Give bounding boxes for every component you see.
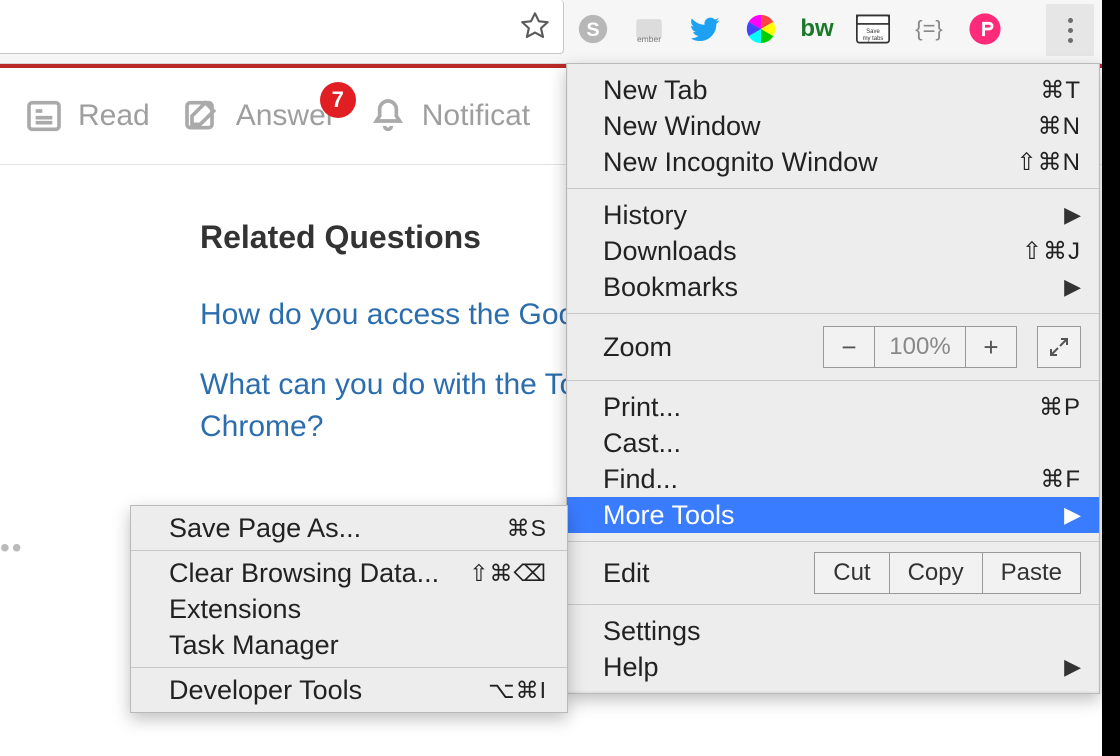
- fullscreen-button[interactable]: [1037, 326, 1081, 368]
- skype-ext-icon[interactable]: S: [576, 12, 610, 46]
- bell-icon: [368, 96, 408, 136]
- menu-find-shortcut: ⌘F: [1040, 465, 1081, 494]
- menu-zoom-label: Zoom: [603, 332, 672, 363]
- svg-text:my tabs: my tabs: [863, 36, 884, 42]
- menu-history[interactable]: History ▶: [567, 197, 1099, 233]
- menu-help-label: Help: [603, 652, 659, 683]
- menu-new-window[interactable]: New Window ⌘N: [567, 108, 1099, 144]
- submenu-arrow-icon: ▶: [1064, 274, 1081, 300]
- submenu-developer-tools[interactable]: Developer Tools ⌥⌘I: [131, 672, 567, 708]
- submenu-arrow-icon: ▶: [1064, 502, 1081, 528]
- twitter-ext-icon[interactable]: [688, 12, 722, 46]
- menu-bookmarks[interactable]: Bookmarks ▶: [567, 269, 1099, 305]
- menu-new-window-label: New Window: [603, 111, 761, 142]
- read-icon: [24, 96, 64, 136]
- menu-downloads-shortcut: ⇧⌘J: [1022, 237, 1081, 266]
- menu-bookmarks-label: Bookmarks: [603, 272, 738, 303]
- submenu-developer-tools-shortcut: ⌥⌘I: [488, 677, 547, 704]
- edit-copy-button[interactable]: Copy: [890, 552, 983, 594]
- menu-downloads[interactable]: Downloads ⇧⌘J: [567, 233, 1099, 269]
- tab-notifications[interactable]: Notificat: [368, 96, 530, 136]
- tab-read[interactable]: Read: [24, 96, 150, 136]
- menu-history-label: History: [603, 200, 687, 231]
- submenu-clear-data[interactable]: Clear Browsing Data... ⇧⌘⌫: [131, 555, 567, 591]
- svg-text:ember: ember: [637, 34, 661, 44]
- menu-downloads-label: Downloads: [603, 236, 737, 267]
- colorwheel-ext-icon[interactable]: [744, 12, 778, 46]
- submenu-arrow-icon: ▶: [1064, 202, 1081, 228]
- svg-text:S: S: [586, 19, 599, 41]
- menu-incognito[interactable]: New Incognito Window ⇧⌘N: [567, 144, 1099, 180]
- edit-buttons: Cut Copy Paste: [814, 552, 1081, 594]
- fullscreen-icon: [1047, 335, 1071, 359]
- submenu-save-page-shortcut: ⌘S: [507, 515, 547, 542]
- tab-read-label: Read: [78, 99, 150, 133]
- pink-ext-icon[interactable]: [968, 12, 1002, 46]
- bookmark-star-icon[interactable]: [519, 10, 551, 42]
- tab-notifications-label: Notificat: [422, 99, 530, 133]
- browser-toolbar: S ember bw Savemy tabs {=}: [0, 0, 1102, 64]
- window-edge: [1102, 0, 1120, 756]
- menu-find-label: Find...: [603, 464, 678, 495]
- submenu-clear-data-shortcut: ⇧⌘⌫: [469, 560, 547, 587]
- bw-ext-icon[interactable]: bw: [800, 12, 834, 46]
- menu-new-window-shortcut: ⌘N: [1038, 112, 1081, 141]
- submenu-save-page[interactable]: Save Page As... ⌘S: [131, 510, 567, 546]
- menu-edit-label: Edit: [603, 558, 650, 589]
- menu-new-tab-label: New Tab: [603, 75, 708, 106]
- zoom-controls: − 100% +: [823, 326, 1017, 368]
- zoom-value: 100%: [875, 326, 965, 368]
- zoom-out-button[interactable]: −: [823, 326, 875, 368]
- menu-help[interactable]: Help ▶: [567, 649, 1099, 685]
- submenu-task-manager[interactable]: Task Manager: [131, 627, 567, 663]
- submenu-clear-data-label: Clear Browsing Data...: [169, 558, 439, 589]
- menu-print[interactable]: Print... ⌘P: [567, 389, 1099, 425]
- svg-text:Save: Save: [866, 29, 880, 35]
- menu-cast[interactable]: Cast...: [567, 425, 1099, 461]
- related-question-link-2-line1: What can you do with the Tools: [200, 368, 615, 401]
- menu-print-shortcut: ⌘P: [1039, 393, 1081, 422]
- submenu-developer-tools-label: Developer Tools: [169, 675, 362, 706]
- menu-more-tools[interactable]: More Tools ▶: [567, 497, 1099, 533]
- submenu-task-manager-label: Task Manager: [169, 630, 339, 661]
- tab-answer[interactable]: Answer 7: [182, 96, 336, 136]
- menu-new-tab[interactable]: New Tab ⌘T: [567, 72, 1099, 108]
- menu-settings-label: Settings: [603, 616, 701, 647]
- menu-separator: [131, 667, 567, 668]
- menu-edit: Edit Cut Copy Paste: [567, 542, 1099, 604]
- chrome-main-menu: New Tab ⌘T New Window ⌘N New Incognito W…: [566, 63, 1100, 694]
- more-tools-submenu: Save Page As... ⌘S Clear Browsing Data..…: [130, 505, 568, 713]
- savemytabs-ext-icon[interactable]: Savemy tabs: [856, 12, 890, 46]
- submenu-arrow-icon: ▶: [1064, 654, 1081, 680]
- menu-zoom: Zoom − 100% +: [567, 314, 1099, 380]
- chrome-menu-button[interactable]: [1046, 4, 1094, 56]
- menu-cast-label: Cast...: [603, 428, 681, 459]
- extension-icons: S ember bw Savemy tabs {=}: [576, 12, 1002, 46]
- menu-find[interactable]: Find... ⌘F: [567, 461, 1099, 497]
- answer-icon: [182, 96, 222, 136]
- menu-incognito-shortcut: ⇧⌘N: [1017, 148, 1081, 177]
- ember-ext-icon[interactable]: ember: [632, 12, 666, 46]
- menu-print-label: Print...: [603, 392, 681, 423]
- menu-separator: [131, 550, 567, 551]
- ellipsis-indicator: ••: [0, 532, 24, 564]
- submenu-save-page-label: Save Page As...: [169, 513, 361, 544]
- related-question-link-2-line2: Chrome?: [200, 410, 323, 443]
- edit-paste-button[interactable]: Paste: [983, 552, 1081, 594]
- menu-incognito-label: New Incognito Window: [603, 147, 878, 178]
- menu-new-tab-shortcut: ⌘T: [1040, 76, 1081, 105]
- omnibox[interactable]: [0, 0, 564, 54]
- edit-cut-button[interactable]: Cut: [814, 552, 889, 594]
- submenu-extensions[interactable]: Extensions: [131, 591, 567, 627]
- submenu-extensions-label: Extensions: [169, 594, 301, 625]
- zoom-in-button[interactable]: +: [965, 326, 1017, 368]
- menu-more-tools-label: More Tools: [603, 500, 735, 531]
- menu-settings[interactable]: Settings: [567, 613, 1099, 649]
- braces-ext-icon[interactable]: {=}: [912, 12, 946, 46]
- answer-badge: 7: [320, 82, 356, 118]
